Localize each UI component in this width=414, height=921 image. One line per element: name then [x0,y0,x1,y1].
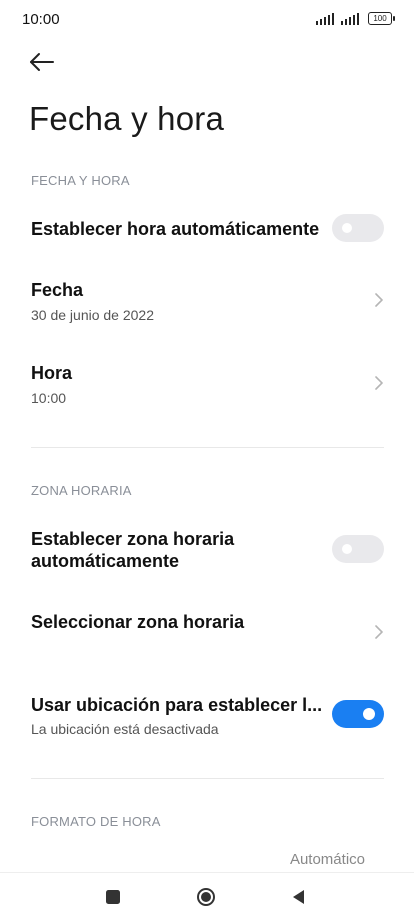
auto-zone-label-line1: Establecer zona horaria [31,529,235,549]
auto-zone-label-line2: automáticamente [31,551,180,571]
use-location-sub: La ubicación está desactivada [31,721,219,737]
toggle-knob [363,708,375,720]
auto-time-toggle[interactable] [332,214,384,242]
home-button[interactable] [196,887,216,907]
page-title: Fecha y hora [29,100,225,137]
triangle-back-icon [293,890,304,904]
use-location-toggle[interactable] [332,700,384,728]
status-icons: 100 [316,12,395,25]
signal-icon [316,12,335,25]
chevron-right-icon [375,376,383,390]
chevron-right-icon [375,625,383,639]
section-header-time-format: FORMATO DE HORA [31,814,161,829]
recent-apps-button[interactable] [103,887,123,907]
use-location-label: Usar ubicación para establecer l... [31,695,323,715]
status-time: 10:00 [22,11,60,28]
toggle-knob [342,223,352,233]
section-header-date-time: FECHA Y HORA [31,173,130,188]
signal-icon-2 [341,12,359,25]
battery-icon: 100 [368,12,395,25]
divider [31,447,384,448]
chevron-right-icon [375,293,383,307]
square-icon [106,890,120,904]
date-value: 30 de junio de 2022 [31,307,154,323]
nav-back-button[interactable] [289,887,309,907]
time-value: 10:00 [31,390,67,406]
circle-icon [197,888,215,906]
divider [31,778,384,779]
arrow-left-icon [30,53,54,71]
time-label: Hora [31,363,73,383]
auto-time-label: Establecer hora automáticamente [31,219,320,239]
status-bar: 10:00 100 [0,0,414,40]
toggle-knob [342,544,352,554]
navigation-bar [0,872,414,921]
time-format-value[interactable]: Automático [290,851,365,868]
section-header-time-zone: ZONA HORARIA [31,483,132,498]
back-button[interactable] [26,48,58,76]
auto-zone-toggle[interactable] [332,535,384,563]
date-label: Fecha [31,280,84,300]
select-zone-label: Seleccionar zona horaria [31,612,245,632]
